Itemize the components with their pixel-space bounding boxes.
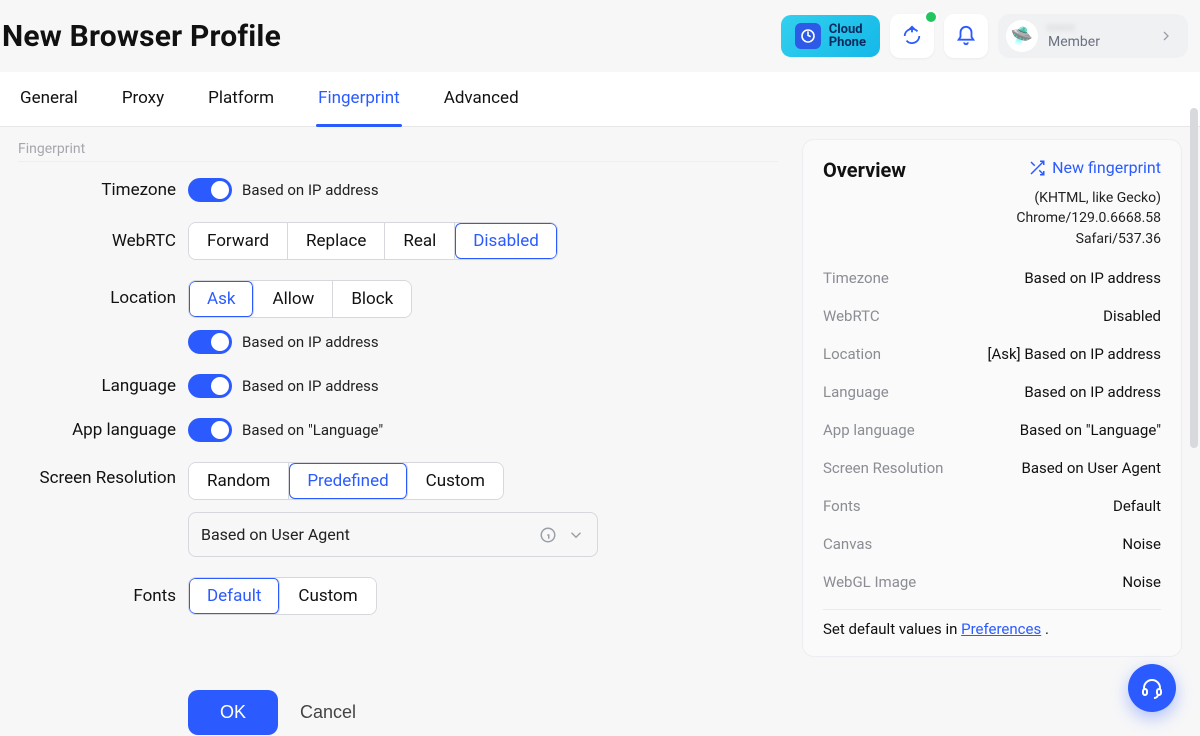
overview-row: App language Based on "Language"	[823, 411, 1161, 449]
overview-row: WebRTC Disabled	[823, 297, 1161, 335]
overview-value: Based on "Language"	[1020, 421, 1161, 439]
language-toggle[interactable]	[188, 374, 232, 398]
fonts-opt-default[interactable]: Default	[189, 578, 280, 614]
webrtc-opt-replace[interactable]: Replace	[288, 223, 385, 259]
webrtc-label: WebRTC	[18, 231, 178, 251]
screen-opt-random[interactable]: Random	[189, 463, 289, 499]
support-fab[interactable]	[1128, 664, 1176, 712]
notifications-button[interactable]	[944, 14, 988, 58]
screen-opt-custom[interactable]: Custom	[408, 463, 503, 499]
overview-key: Timezone	[823, 269, 889, 287]
timezone-toggle[interactable]	[188, 178, 232, 202]
cloud-phone-line2: Phone	[829, 36, 866, 49]
overview-row: Timezone Based on IP address	[823, 259, 1161, 297]
overview-key: WebGL Image	[823, 573, 916, 591]
info-icon	[539, 526, 557, 544]
fonts-label: Fonts	[18, 586, 178, 606]
overview-value: Based on IP address	[1024, 383, 1161, 401]
overview-row: Location [Ask] Based on IP address	[823, 335, 1161, 373]
page-title: New Browser Profile	[2, 19, 281, 54]
screen-opt-predefined[interactable]: Predefined	[289, 463, 407, 499]
pref-post: .	[1041, 620, 1049, 638]
overview-row: Language Based on IP address	[823, 373, 1161, 411]
location-segment: Ask Allow Block	[188, 280, 412, 318]
status-ok-badge	[924, 10, 938, 24]
webrtc-opt-forward[interactable]: Forward	[189, 223, 288, 259]
app-language-hint: Based on "Language"	[242, 421, 383, 439]
language-label: Language	[18, 376, 178, 396]
webrtc-segment: Forward Replace Real Disabled	[188, 222, 558, 260]
sync-icon	[901, 25, 923, 47]
overview-key: Location	[823, 345, 881, 363]
screen-label: Screen Resolution	[18, 462, 178, 489]
chevron-down-icon	[567, 526, 585, 544]
location-ip-hint: Based on IP address	[242, 333, 379, 351]
tab-advanced[interactable]: Advanced	[442, 72, 521, 126]
timezone-label: Timezone	[18, 180, 178, 200]
pref-pre: Set default values in	[823, 620, 961, 638]
language-hint: Based on IP address	[242, 377, 379, 395]
new-fingerprint-button[interactable]: New fingerprint	[1028, 158, 1161, 177]
new-fingerprint-label: New fingerprint	[1052, 158, 1161, 177]
screen-select-value: Based on User Agent	[201, 525, 350, 544]
preferences-link[interactable]: Preferences	[961, 620, 1041, 638]
ok-button[interactable]: OK	[188, 690, 278, 735]
overview-row: Screen Resolution Based on User Agent	[823, 449, 1161, 487]
app-language-toggle[interactable]	[188, 418, 232, 442]
overview-value: Noise	[1122, 573, 1161, 591]
overview-row: Fonts Default	[823, 487, 1161, 525]
member-name: • • • •	[1048, 22, 1100, 35]
cloud-phone-icon	[795, 23, 821, 49]
cancel-button[interactable]: Cancel	[300, 702, 356, 723]
tab-general[interactable]: General	[18, 72, 80, 126]
overview-row: Canvas Noise	[823, 525, 1161, 563]
screen-select[interactable]: Based on User Agent	[188, 512, 598, 557]
bell-icon	[955, 25, 977, 47]
shuffle-icon	[1028, 159, 1046, 177]
section-hint: Fingerprint	[18, 135, 778, 162]
location-opt-ask[interactable]: Ask	[189, 281, 254, 317]
scrollbar[interactable]	[1190, 108, 1198, 448]
cloud-phone-button[interactable]: Cloud Phone	[781, 15, 880, 57]
overview-key: App language	[823, 421, 915, 439]
tabs: General Proxy Platform Fingerprint Advan…	[0, 72, 1200, 127]
overview-value: Disabled	[1103, 307, 1161, 325]
overview-key: WebRTC	[823, 307, 880, 325]
overview-value: Noise	[1122, 535, 1161, 553]
user-agent-snippet: (KHTML, like Gecko) Chrome/129.0.6668.58…	[823, 188, 1161, 249]
member-chip[interactable]: 🛸 • • • • Member	[998, 14, 1188, 58]
sync-button[interactable]	[890, 14, 934, 58]
overview-value: [Ask] Based on IP address	[988, 345, 1161, 363]
overview-value: Default	[1113, 497, 1161, 515]
avatar: 🛸	[1006, 20, 1038, 52]
webrtc-opt-real[interactable]: Real	[385, 223, 455, 259]
location-label: Location	[18, 280, 178, 308]
fonts-segment: Default Custom	[188, 577, 377, 615]
location-opt-block[interactable]: Block	[333, 281, 411, 317]
overview-key: Fonts	[823, 497, 861, 515]
overview-value: Based on User Agent	[1021, 459, 1161, 477]
headset-icon	[1140, 676, 1164, 700]
fonts-opt-custom[interactable]: Custom	[280, 578, 375, 614]
overview-panel: Overview New fingerprint (KHTML, like Ge…	[802, 139, 1182, 657]
tab-platform[interactable]: Platform	[206, 72, 276, 126]
app-language-label: App language	[18, 420, 178, 440]
chevron-right-icon	[1158, 28, 1174, 44]
location-opt-allow[interactable]: Allow	[254, 281, 333, 317]
location-ip-toggle[interactable]	[188, 330, 232, 354]
member-role: Member	[1048, 35, 1100, 50]
overview-key: Canvas	[823, 535, 872, 553]
webrtc-opt-disabled[interactable]: Disabled	[455, 223, 557, 259]
timezone-hint: Based on IP address	[242, 181, 379, 199]
overview-key: Screen Resolution	[823, 459, 943, 477]
overview-row: WebGL Image Noise	[823, 563, 1161, 601]
tab-proxy[interactable]: Proxy	[120, 72, 166, 126]
tab-fingerprint[interactable]: Fingerprint	[316, 72, 402, 126]
overview-key: Language	[823, 383, 889, 401]
overview-value: Based on IP address	[1024, 269, 1161, 287]
screen-segment: Random Predefined Custom	[188, 462, 504, 500]
